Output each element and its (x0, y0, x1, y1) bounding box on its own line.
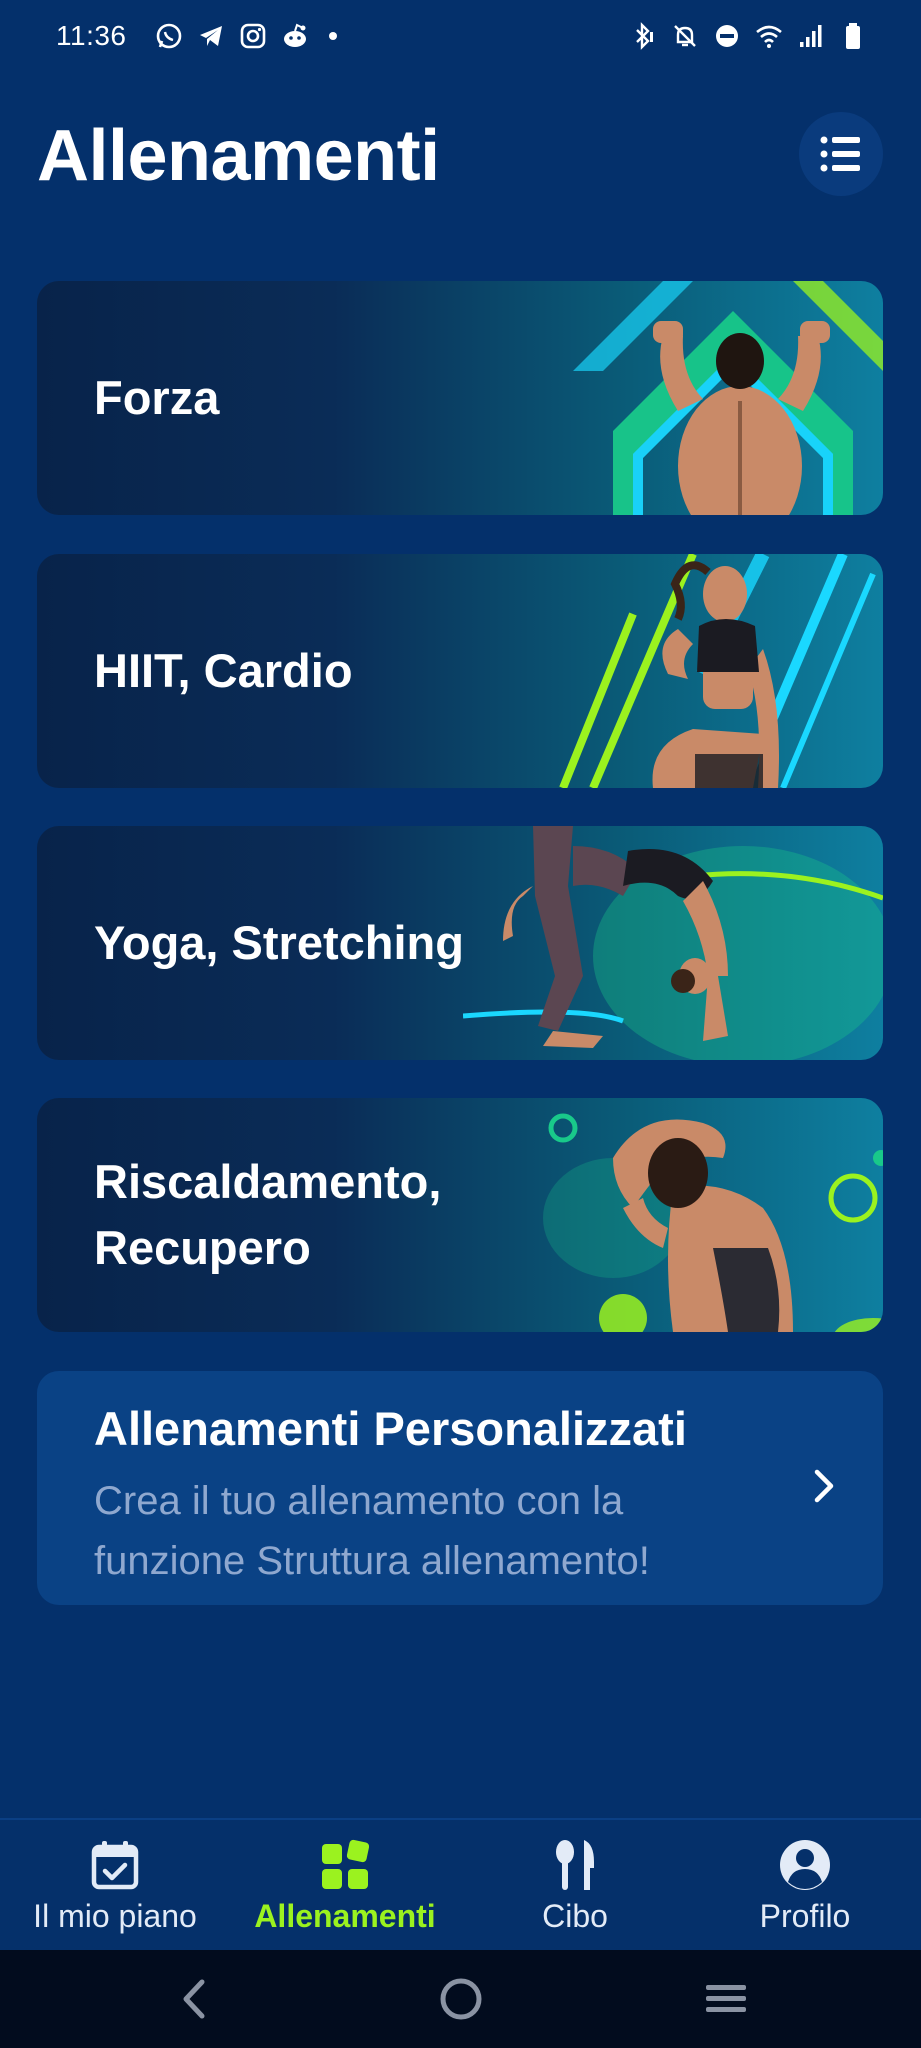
notification-icons (155, 22, 351, 50)
category-card-strength[interactable]: Forza (37, 281, 883, 515)
signal-icon (800, 25, 822, 47)
hiit-cardio-illustration (559, 554, 876, 788)
whatsapp-icon (156, 23, 182, 49)
do-not-disturb-icon (716, 25, 738, 47)
category-label: Yoga, Stretching (94, 916, 464, 969)
bell-off-icon (674, 25, 696, 47)
status-time: 11:36 (56, 20, 127, 51)
category-card-yoga-stretching[interactable]: Yoga, Stretching (37, 826, 883, 1060)
calendar-check-icon (91, 1841, 139, 1890)
bottom-nav: Il mio piano Allenamenti Cibo Profilo (0, 1818, 921, 1950)
workouts-screen: 11:36 Allenamenti Forza HIIT, Cardio Yog… (0, 0, 921, 2048)
yoga-stretching-illustration (463, 826, 883, 1060)
bluetooth-icon (636, 22, 653, 50)
instagram-icon (240, 23, 266, 49)
nav-label: Allenamenti (254, 1898, 436, 1934)
recent-apps-icon[interactable] (701, 1974, 751, 2024)
system-nav-bar (0, 1950, 921, 2048)
custom-workouts-subtitle: Crea il tuo allenamento con la funzione … (94, 1479, 650, 1583)
custom-workouts-title: Allenamenti Personalizzati (94, 1402, 687, 1455)
nav-label: Profilo (759, 1898, 851, 1934)
warmup-recovery-illustration (543, 1113, 883, 1332)
category-label: HIIT, Cardio (94, 644, 353, 697)
telegram-icon (200, 26, 222, 46)
home-icon[interactable] (436, 1974, 486, 2024)
notification-dot-icon (329, 32, 337, 40)
fork-knife-icon (556, 1840, 594, 1890)
reddit-icon (284, 23, 306, 47)
list-icon (820, 136, 860, 172)
back-icon[interactable] (170, 1974, 220, 2024)
category-label: Forza (94, 371, 220, 424)
nav-item-profile[interactable]: Profilo (690, 1820, 920, 1950)
nav-item-food[interactable]: Cibo (460, 1820, 690, 1950)
nav-label: Il mio piano (33, 1898, 197, 1934)
category-card-warmup-recovery[interactable]: Riscaldamento, Recupero (37, 1098, 883, 1332)
battery-icon (846, 23, 860, 49)
list-view-button[interactable] (799, 112, 883, 196)
nav-label: Cibo (542, 1898, 608, 1934)
wifi-icon (756, 25, 782, 48)
category-label: Riscaldamento, Recupero (94, 1155, 442, 1274)
strength-illustration (573, 281, 883, 515)
category-card-hiit-cardio[interactable]: HIIT, Cardio (37, 554, 883, 788)
nav-item-workouts[interactable]: Allenamenti (230, 1820, 460, 1950)
chevron-right-icon (814, 1469, 834, 1503)
status-bar: 11:36 (0, 0, 921, 76)
profile-icon (780, 1840, 830, 1890)
custom-workouts-card[interactable]: Allenamenti Personalizzati Crea il tuo a… (37, 1371, 883, 1605)
system-status-icons (629, 22, 867, 50)
grid-icon (322, 1839, 370, 1889)
page-title: Allenamenti (37, 116, 440, 196)
nav-item-my-plan[interactable]: Il mio piano (0, 1820, 230, 1950)
